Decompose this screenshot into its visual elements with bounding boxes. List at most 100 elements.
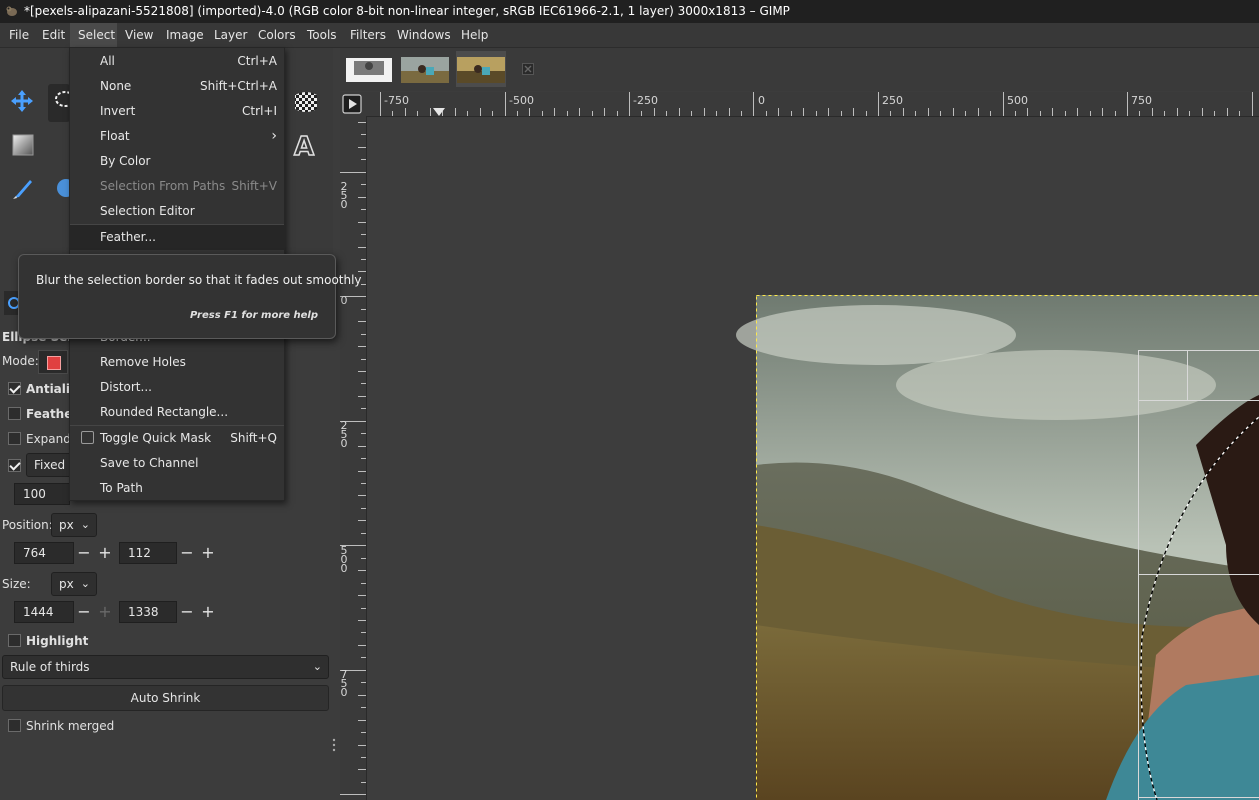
menu-item-rounded-rectangle[interactable]: Rounded Rectangle... [70, 400, 284, 425]
image-canvas[interactable] [367, 117, 1259, 800]
size-width-increment[interactable]: + [95, 601, 115, 623]
position-unit-combo[interactable]: px ⌄ [51, 513, 97, 537]
fixed-value-field[interactable]: 100 [14, 483, 70, 505]
text-tool-icon[interactable]: A [291, 132, 317, 158]
hruler-label: 500 [1007, 94, 1028, 107]
highlight-label: Highlight [26, 634, 89, 648]
position-x-decrement[interactable]: − [74, 542, 94, 564]
image-tab-1[interactable] [344, 51, 394, 87]
menu-item-float[interactable]: Float › [70, 124, 284, 149]
image-tabs [340, 48, 1259, 91]
menu-item-remove-holes[interactable]: Remove Holes [70, 350, 284, 375]
image-tab-3-active[interactable] [456, 51, 506, 87]
menu-item-save-to-channel[interactable]: Save to Channel [70, 451, 284, 476]
menu-item-by-color[interactable]: By Color [70, 149, 284, 174]
position-x-field[interactable]: 764 [14, 542, 74, 564]
image-thumbnail [457, 57, 505, 83]
menu-item-to-path[interactable]: To Path [70, 476, 284, 501]
vruler-label: 250 [340, 419, 348, 450]
menu-item-shortcut: Ctrl+A [237, 54, 277, 68]
vruler-label-text: 250 [340, 419, 348, 450]
horizontal-ruler-ticks [380, 92, 1253, 116]
menu-item-label: All [100, 54, 115, 68]
menu-item-label: To Path [100, 481, 143, 495]
menu-item-label: By Color [100, 154, 151, 168]
fixed-checkbox[interactable] [8, 459, 21, 472]
expand-checkbox[interactable] [8, 432, 21, 445]
menu-layer[interactable]: Layer [206, 23, 255, 47]
fixed-label: Fixed [34, 458, 66, 472]
size-width-field[interactable]: 1444 [14, 601, 74, 623]
image-thumbnail [346, 58, 392, 82]
size-height-increment[interactable]: + [198, 601, 218, 623]
menu-image[interactable]: Image [158, 23, 212, 47]
vruler-label-text: 250 [340, 180, 348, 211]
menu-colors[interactable]: Colors [250, 23, 304, 47]
menu-edit[interactable]: Edit [34, 23, 73, 47]
menu-item-invert[interactable]: Invert Ctrl+I [70, 99, 284, 124]
move-tool-icon[interactable] [9, 88, 35, 114]
vruler-label: 0 [340, 295, 348, 306]
feather-tooltip: Blur the selection border so that it fad… [18, 254, 362, 339]
menu-item-label: Toggle Quick Mask [100, 431, 212, 445]
position-x-increment[interactable]: + [95, 542, 115, 564]
pattern-icon[interactable] [293, 89, 319, 115]
fixed-combo[interactable]: Fixed [26, 453, 74, 477]
menu-help[interactable]: Help [453, 23, 496, 47]
menu-item-selection-from-paths[interactable]: Selection From Paths Shift+V [70, 174, 284, 199]
paintbrush-tool-icon[interactable] [10, 176, 36, 202]
mode-replace-button[interactable] [38, 350, 68, 374]
size-unit-combo[interactable]: px ⌄ [51, 572, 97, 596]
size-height-field[interactable]: 1338 [119, 601, 177, 623]
guides-combo[interactable]: Rule of thirds ⌄ [2, 655, 329, 679]
antialiasing-checkbox[interactable] [8, 382, 21, 395]
svg-text:A: A [294, 132, 314, 158]
position-label: Position: [2, 518, 53, 532]
menu-windows[interactable]: Windows [389, 23, 459, 47]
menu-item-label: Selection Editor [100, 204, 195, 218]
auto-shrink-button[interactable]: Auto Shrink [2, 685, 329, 711]
close-icon[interactable] [522, 63, 534, 75]
menu-item-feather[interactable]: Feather... [70, 225, 284, 250]
position-y-field[interactable]: 112 [119, 542, 177, 564]
menu-select[interactable]: Select [70, 23, 117, 47]
menu-tools[interactable]: Tools [299, 23, 345, 47]
menu-view[interactable]: View [117, 23, 161, 47]
gradient-tool-icon[interactable] [10, 132, 36, 158]
menu-item-none[interactable]: None Shift+Ctrl+A [70, 74, 284, 99]
quick-mask-checkbox [81, 431, 94, 444]
feather-checkbox[interactable] [8, 407, 21, 420]
size-width-decrement[interactable]: − [74, 601, 94, 623]
menu-item-all[interactable]: All Ctrl+A [70, 49, 284, 74]
panel-resize-handle[interactable] [332, 738, 336, 752]
position-y-increment[interactable]: + [198, 542, 218, 564]
image-tab-2[interactable] [400, 51, 450, 87]
menu-item-label: Distort... [100, 380, 152, 394]
menu-item-selection-editor[interactable]: Selection Editor [70, 199, 284, 224]
chevron-down-icon: ⌄ [80, 577, 90, 590]
quick-mask-toggle-icon[interactable] [342, 94, 362, 114]
hruler-label: 0 [758, 94, 765, 107]
hruler-label: -750 [384, 94, 409, 107]
menu-item-label: Selection From Paths [100, 179, 226, 193]
ellipse-select-tool-icon[interactable] [48, 84, 75, 122]
hruler-label: 250 [882, 94, 903, 107]
tooltip-help: Press F1 for more help [190, 310, 318, 321]
menu-filters[interactable]: Filters [342, 23, 394, 47]
size-height-decrement[interactable]: − [177, 601, 197, 623]
menu-item-toggle-quick-mask[interactable]: Toggle Quick Mask Shift+Q [70, 426, 284, 451]
vruler-label: 750 [340, 669, 348, 698]
menu-item-label: Save to Channel [100, 456, 199, 470]
menu-item-label: Feather... [100, 230, 156, 244]
menu-item-shortcut: Shift+V [231, 179, 277, 193]
mode-label: Mode: [2, 354, 39, 368]
photo [736, 295, 1259, 800]
shrink-merged-checkbox[interactable] [8, 719, 21, 732]
position-y-decrement[interactable]: − [177, 542, 197, 564]
menu-file[interactable]: File [1, 23, 37, 47]
menu-item-distort[interactable]: Distort... [70, 375, 284, 400]
vruler-label: 250 [340, 180, 348, 211]
ruler-corner [340, 92, 367, 116]
gimp-logo-icon [6, 6, 17, 16]
highlight-checkbox[interactable] [8, 634, 21, 647]
